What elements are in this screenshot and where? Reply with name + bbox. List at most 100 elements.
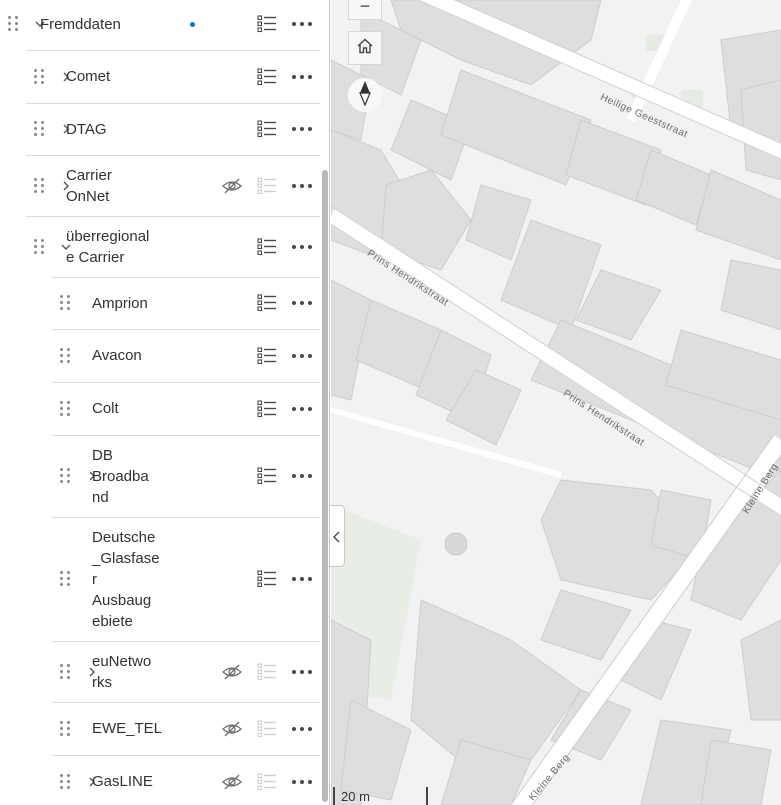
more-options-icon[interactable]	[291, 73, 313, 81]
legend-list-icon[interactable]	[257, 237, 277, 257]
drag-handle-icon[interactable]	[8, 16, 20, 32]
layer-row[interactable]: Avacon	[0, 329, 322, 382]
legend-list-icon[interactable]	[257, 719, 277, 739]
drag-handle-icon[interactable]	[60, 400, 72, 417]
row-divider	[26, 155, 320, 156]
legend-list-icon[interactable]	[257, 67, 277, 87]
compass-icon	[358, 80, 372, 111]
row-divider	[26, 103, 320, 104]
row-divider	[26, 50, 320, 51]
visibility-off-icon[interactable]	[221, 662, 243, 682]
layer-row[interactable]: EWE_TEL	[0, 702, 322, 755]
more-options-icon[interactable]	[291, 668, 313, 676]
layer-label-line: überregional	[66, 227, 150, 245]
layer-label: euNetwo rks	[92, 651, 151, 693]
layer-row[interactable]: euNetwo rks	[0, 641, 322, 702]
row-divider	[52, 277, 320, 278]
drag-handle-icon[interactable]	[34, 238, 46, 255]
more-options-icon[interactable]	[291, 182, 313, 190]
layer-label: Fremddaten	[40, 15, 121, 33]
visibility-off-icon[interactable]	[221, 176, 243, 196]
legend-list-icon[interactable]	[257, 772, 277, 792]
home-icon	[356, 37, 374, 60]
layer-row[interactable]: DB Broadba nd	[0, 435, 322, 517]
drag-handle-icon[interactable]	[60, 295, 72, 311]
layer-row[interactable]: Comet	[0, 50, 322, 103]
legend-list-icon[interactable]	[257, 119, 277, 139]
layer-label-line: Carrier	[66, 166, 112, 184]
row-divider	[52, 755, 320, 756]
drag-handle-icon[interactable]	[60, 468, 72, 484]
legend-list-icon[interactable]	[257, 399, 277, 419]
row-divider	[26, 216, 320, 217]
layer-label-line: DB	[92, 446, 113, 464]
legend-list-icon[interactable]	[257, 346, 277, 366]
layer-label: DB Broadba nd	[92, 445, 149, 508]
more-options-icon[interactable]	[291, 352, 313, 360]
scale-bar: 20 m	[333, 787, 428, 805]
map-canvas[interactable]	[331, 0, 781, 805]
layer-row[interactable]: Amprion	[0, 277, 322, 329]
legend-list-icon[interactable]	[257, 176, 277, 196]
layer-row[interactable]: Carrier OnNet	[0, 155, 322, 216]
layer-row[interactable]: überregional e Carrier	[0, 216, 322, 277]
layer-row[interactable]: Deutsche _Glasfaser Ausbaug ebiete	[0, 517, 322, 641]
collapse-panel-icon	[332, 530, 342, 549]
drag-handle-icon[interactable]	[60, 773, 72, 790]
layer-label-line: Deutsche	[92, 528, 156, 546]
layer-label-line: OnNet	[66, 187, 110, 205]
drag-handle-icon[interactable]	[34, 121, 46, 137]
row-divider	[52, 517, 320, 518]
legend-list-icon[interactable]	[257, 14, 277, 34]
layer-label-line: Ausbaug	[92, 591, 152, 609]
more-options-icon[interactable]	[291, 125, 313, 133]
layer-label-line: e Carrier	[66, 248, 125, 266]
drag-handle-icon[interactable]	[34, 68, 46, 85]
layer-label: Colt	[92, 400, 119, 417]
more-options-icon[interactable]	[291, 778, 313, 786]
compass-button[interactable]	[348, 78, 382, 112]
row-divider	[52, 329, 320, 330]
legend-list-icon[interactable]	[257, 293, 277, 313]
layer-label-line: euNetwo	[92, 652, 152, 670]
drag-handle-icon[interactable]	[34, 177, 46, 194]
map-view[interactable]: Heilige Geeststraat Prins Hendrikstraat …	[331, 0, 781, 805]
layer-label: Carrier OnNet	[66, 165, 112, 207]
legend-list-icon[interactable]	[257, 466, 277, 486]
more-options-icon[interactable]	[291, 575, 313, 583]
more-options-icon[interactable]	[291, 472, 313, 480]
drag-handle-icon[interactable]	[60, 663, 72, 680]
drag-handle-icon[interactable]	[60, 571, 72, 587]
row-divider	[52, 702, 320, 703]
status-dot	[190, 21, 195, 27]
layer-label: Avacon	[92, 347, 142, 364]
collapse-panel-button[interactable]	[330, 505, 345, 567]
row-divider	[52, 435, 320, 436]
layer-label: EWE_TEL	[92, 720, 163, 737]
layer-row[interactable]: Colt	[0, 382, 322, 435]
layer-label-line: ebiete	[92, 612, 133, 630]
more-options-icon[interactable]	[291, 243, 313, 251]
visibility-off-icon[interactable]	[221, 772, 243, 792]
layer-label-line: _Glasfase	[92, 549, 160, 567]
more-options-icon[interactable]	[291, 725, 313, 733]
layer-row[interactable]: GasLINE	[0, 755, 322, 805]
legend-list-icon[interactable]	[257, 662, 277, 682]
layer-label-line: r	[92, 570, 97, 588]
home-button[interactable]	[348, 31, 382, 65]
zoom-out-button[interactable]: −	[348, 0, 382, 20]
layer-label: überregional e Carrier	[66, 226, 149, 268]
layer-row[interactable]: DTAG	[0, 103, 322, 155]
drag-handle-icon[interactable]	[60, 720, 72, 737]
panel-scrollbar[interactable]	[322, 170, 328, 802]
legend-list-icon[interactable]	[257, 569, 277, 589]
zoom-out-label: −	[359, 0, 371, 16]
drag-handle-icon[interactable]	[60, 347, 72, 364]
layer-list-panel: Fremddaten Comet DTAG Carrier OnNet überregio…	[0, 0, 330, 805]
layer-label-line: nd	[92, 488, 109, 506]
visibility-off-icon[interactable]	[221, 719, 243, 739]
more-options-icon[interactable]	[291, 20, 313, 28]
more-options-icon[interactable]	[291, 405, 313, 413]
layer-row[interactable]: Fremddaten	[0, 0, 322, 50]
more-options-icon[interactable]	[291, 299, 313, 307]
